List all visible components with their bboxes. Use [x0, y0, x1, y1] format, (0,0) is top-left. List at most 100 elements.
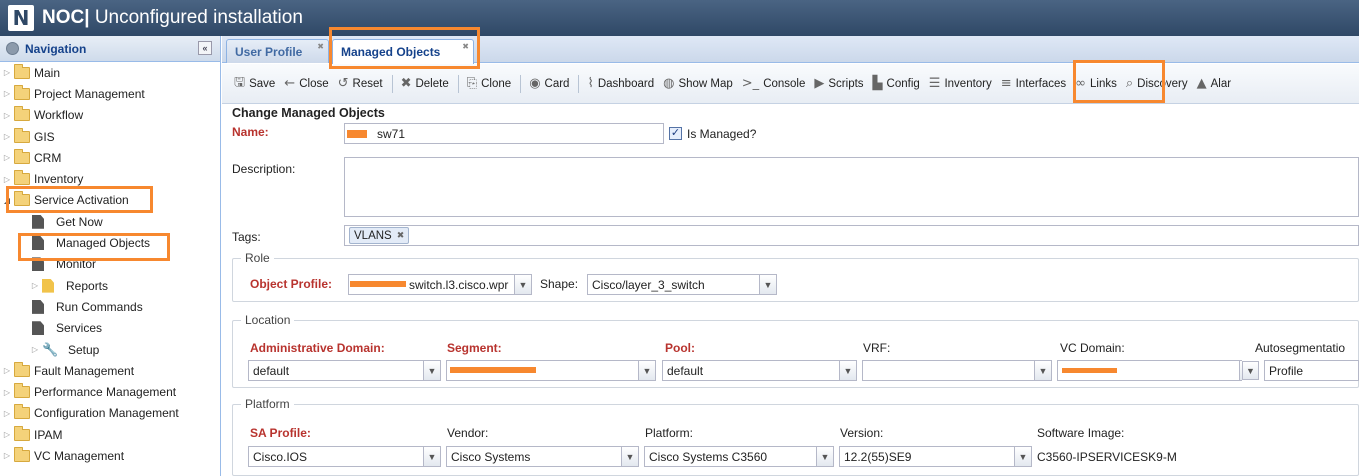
- platform-select[interactable]: Cisco Systems C3560 ▼: [644, 446, 834, 467]
- chevron-down-icon[interactable]: ▼: [816, 447, 833, 466]
- scripts-button[interactable]: ▶ Scripts: [814, 76, 863, 91]
- nav-item-gis[interactable]: ▷ GIS: [0, 126, 220, 147]
- expand-arrow-icon[interactable]: ▷: [2, 409, 12, 418]
- alarm-icon: ▲: [1196, 76, 1207, 91]
- software-image-value: C3560-IPSERVICESK9-M: [1037, 450, 1177, 464]
- expand-arrow-icon[interactable]: ▷: [2, 430, 12, 439]
- tab-strip: User Profile ✖ Managed Objects ✖: [222, 36, 1359, 64]
- nav-item-ipam[interactable]: ▷ IPAM: [0, 424, 220, 445]
- nav-item-label: Monitor: [56, 257, 97, 272]
- folder-icon: [14, 127, 30, 143]
- expand-arrow-icon[interactable]: ▷: [30, 281, 40, 290]
- expand-arrow-icon[interactable]: ▷: [2, 175, 12, 184]
- chevron-down-icon[interactable]: ▼: [514, 275, 531, 294]
- expand-arrow-icon[interactable]: ▷: [2, 89, 12, 98]
- save-button[interactable]: 🖫 Save: [234, 73, 275, 95]
- tab-managed-objects[interactable]: Managed Objects ✖: [332, 39, 474, 64]
- config-button[interactable]: ▙ Config: [873, 76, 920, 91]
- collapse-icon[interactable]: «: [198, 41, 212, 55]
- chevron-down-icon[interactable]: ▼: [839, 361, 856, 380]
- is-managed-checkbox[interactable]: ✓: [669, 127, 682, 140]
- close-icon: ←: [284, 76, 296, 91]
- nav-item-get-now[interactable]: Get Now: [0, 211, 220, 232]
- nav-item-label: Service Activation: [34, 193, 129, 208]
- chevron-down-icon[interactable]: ▼: [1014, 447, 1031, 466]
- nav-item-workflow[interactable]: ▷ Workflow: [0, 105, 220, 126]
- interfaces-button[interactable]: ≡ Interfaces: [1001, 76, 1066, 91]
- chevron-down-icon[interactable]: ▼: [1242, 361, 1259, 380]
- redaction-mark: [1062, 368, 1117, 373]
- reset-button[interactable]: ↺ Reset: [338, 76, 383, 91]
- redaction-mark: [450, 367, 536, 373]
- chevron-down-icon[interactable]: ▼: [423, 447, 440, 466]
- nav-item-monitor[interactable]: Monitor: [0, 254, 220, 275]
- tags-input[interactable]: [344, 225, 1359, 246]
- expand-arrow-icon[interactable]: ▷: [2, 132, 12, 141]
- expand-arrow-icon[interactable]: ▷: [2, 68, 12, 77]
- alar-button[interactable]: ▲ Alar: [1197, 76, 1231, 91]
- vendor-select[interactable]: Cisco Systems ▼: [446, 446, 639, 467]
- version-select[interactable]: 12.2(55)SE9 ▼: [839, 446, 1032, 467]
- nav-item-fault-management[interactable]: ▷ Fault Management: [0, 360, 220, 381]
- shape-select[interactable]: Cisco/layer_3_switch ▼: [587, 274, 777, 295]
- inventory-button[interactable]: ☰ Inventory: [929, 76, 992, 91]
- map-icon: ◍: [663, 76, 675, 91]
- nav-item-label: CRM: [34, 150, 62, 165]
- pool-select[interactable]: default ▼: [662, 360, 857, 381]
- nav-item-managed-objects[interactable]: Managed Objects: [0, 232, 220, 253]
- nav-item-service-activation[interactable]: ◢ Service Activation: [0, 190, 220, 211]
- chevron-down-icon[interactable]: ▼: [621, 447, 638, 466]
- delete-button[interactable]: ✖ Delete: [401, 76, 449, 91]
- sa-profile-select[interactable]: Cisco.IOS ▼: [248, 446, 441, 467]
- nav-item-vc-management[interactable]: ▷ VC Management: [0, 445, 220, 466]
- expand-arrow-icon[interactable]: ▷: [30, 345, 40, 354]
- nav-item-run-commands[interactable]: Run Commands: [0, 296, 220, 317]
- dashboard-button[interactable]: ⌇ Dashboard: [587, 76, 654, 91]
- app-header: N NOC| Unconfigured installation: [0, 0, 1359, 36]
- vrf-select[interactable]: ▼: [862, 360, 1052, 381]
- nav-item-services[interactable]: Services: [0, 318, 220, 339]
- vc-domain-trigger[interactable]: ▼: [1242, 360, 1261, 381]
- chevron-down-icon[interactable]: ▼: [1034, 361, 1051, 380]
- close-button[interactable]: ← Close: [284, 76, 328, 91]
- nav-item-setup[interactable]: ▷ 🔧 Setup: [0, 339, 220, 360]
- description-textarea[interactable]: [344, 157, 1359, 217]
- expand-arrow-icon[interactable]: ▷: [2, 366, 12, 375]
- name-input[interactable]: sw71: [344, 123, 664, 144]
- links-icon: ∞: [1075, 76, 1087, 91]
- redaction-mark: [350, 281, 406, 287]
- nav-item-main[interactable]: ▷ Main: [0, 62, 220, 83]
- nav-item-label: Reports: [66, 278, 109, 293]
- nav-item-project-management[interactable]: ▷ Project Management: [0, 83, 220, 104]
- card-button[interactable]: ◉ Card: [529, 76, 569, 91]
- tag-vlans[interactable]: VLANS ✖: [349, 227, 410, 244]
- toolbar-separator: [391, 74, 393, 93]
- shape-label: Shape:: [540, 277, 579, 291]
- chevron-down-icon[interactable]: ▼: [423, 361, 440, 380]
- tab-user-profile[interactable]: User Profile ✖: [226, 39, 329, 63]
- expand-arrow-icon[interactable]: ▷: [2, 451, 12, 460]
- chevron-down-icon[interactable]: ▼: [759, 275, 776, 294]
- expand-arrow-icon[interactable]: ▷: [2, 111, 12, 120]
- app-title: NOC| Unconfigured installation: [42, 7, 303, 28]
- links-button[interactable]: ∞ Links: [1075, 76, 1117, 91]
- chevron-down-icon[interactable]: ▼: [638, 361, 655, 380]
- tab-close-icon[interactable]: ✖: [462, 42, 469, 51]
- config-icon: ▙: [872, 76, 883, 91]
- tab-close-icon[interactable]: ✖: [317, 42, 324, 51]
- nav-item-reports[interactable]: ▷ Reports: [0, 275, 220, 296]
- clone-button[interactable]: ⎘ Clone: [467, 76, 511, 91]
- tag-remove-icon[interactable]: ✖: [397, 230, 405, 241]
- show-map-button[interactable]: ◍ Show Map: [663, 76, 733, 91]
- discovery-button[interactable]: ⌕ Discovery: [1126, 76, 1188, 91]
- administrative-domain-select[interactable]: default ▼: [248, 360, 441, 381]
- console-button[interactable]: >_ Console: [742, 76, 806, 91]
- expand-arrow-icon[interactable]: ▷: [2, 153, 12, 162]
- nav-item-configuration-management[interactable]: ▷ Configuration Management: [0, 403, 220, 424]
- nav-item-crm[interactable]: ▷ CRM: [0, 147, 220, 168]
- nav-item-inventory[interactable]: ▷ Inventory: [0, 168, 220, 189]
- expand-arrow-icon[interactable]: ▷: [2, 388, 12, 397]
- nav-item-performance-management[interactable]: ▷ Performance Management: [0, 381, 220, 402]
- autosegmentation-select[interactable]: Profile: [1264, 360, 1359, 381]
- collapse-arrow-icon[interactable]: ◢: [2, 196, 12, 205]
